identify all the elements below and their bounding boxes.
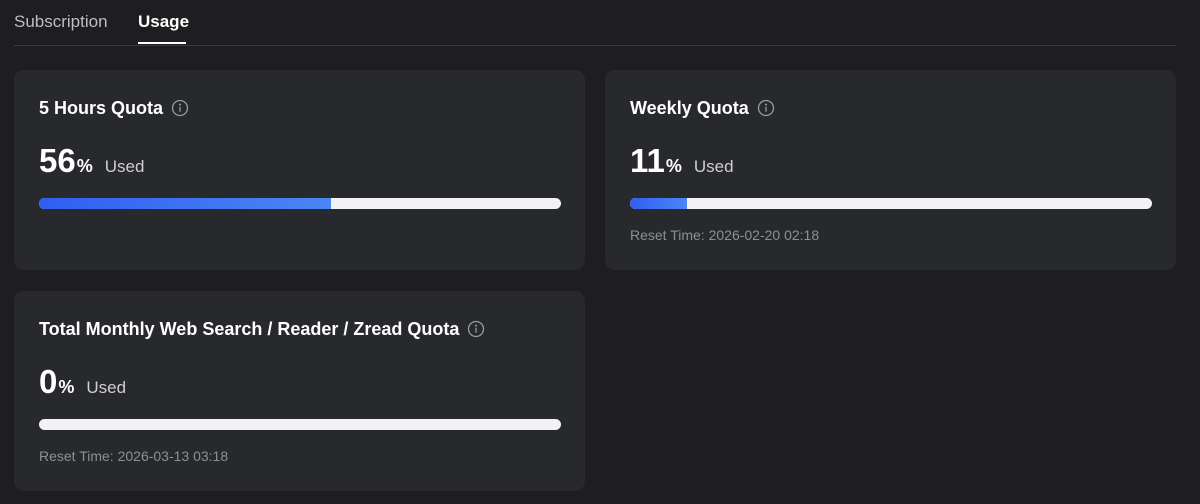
card-title: Total Monthly Web Search / Reader / Zrea… [39, 319, 460, 339]
usage-progress-fill [630, 198, 688, 209]
used-label: Used [693, 157, 734, 176]
reset-time: Reset Time: 2026-03-13 03:18 [39, 448, 229, 464]
quota-card-weekly: Weekly Quota 11 % Used Reset Time: 2026-… [605, 70, 1176, 270]
tab-usage[interactable]: Usage [138, 12, 189, 32]
usage-percent-value: 11 [630, 142, 665, 179]
used-label: Used [86, 378, 127, 397]
percent-sign: % [58, 377, 75, 397]
tab-bar: Subscription Usage [14, 0, 1176, 46]
percent-sign: % [665, 156, 682, 176]
info-circle-icon[interactable] [757, 99, 775, 117]
usage-progress-bar [39, 198, 561, 209]
info-circle-icon[interactable] [467, 320, 485, 338]
usage-progress-bar [630, 198, 1152, 209]
usage-percent-value: 0 [39, 363, 58, 400]
info-circle-icon[interactable] [171, 99, 189, 117]
card-title: 5 Hours Quota [39, 98, 164, 118]
quota-card-5-hours: 5 Hours Quota 56 % Used [14, 70, 585, 270]
tab-subscription[interactable]: Subscription [14, 12, 108, 32]
percent-sign: % [76, 156, 93, 176]
usage-percent-row: 11 % Used [630, 142, 734, 180]
card-title-row: Weekly Quota [630, 97, 775, 119]
card-title-row: 5 Hours Quota [39, 97, 189, 119]
usage-progress-bar [39, 419, 561, 430]
usage-percent-row: 0 % Used [39, 363, 126, 401]
usage-percent-value: 56 [39, 142, 76, 179]
card-title-row: Total Monthly Web Search / Reader / Zrea… [39, 318, 485, 340]
active-tab-indicator [138, 42, 186, 44]
usage-progress-fill [39, 198, 332, 209]
card-title: Weekly Quota [630, 98, 749, 118]
usage-percent-row: 56 % Used [39, 142, 144, 180]
quota-card-monthly-web-search: Total Monthly Web Search / Reader / Zrea… [14, 291, 585, 491]
reset-time: Reset Time: 2026-02-20 02:18 [630, 227, 820, 243]
used-label: Used [104, 157, 145, 176]
